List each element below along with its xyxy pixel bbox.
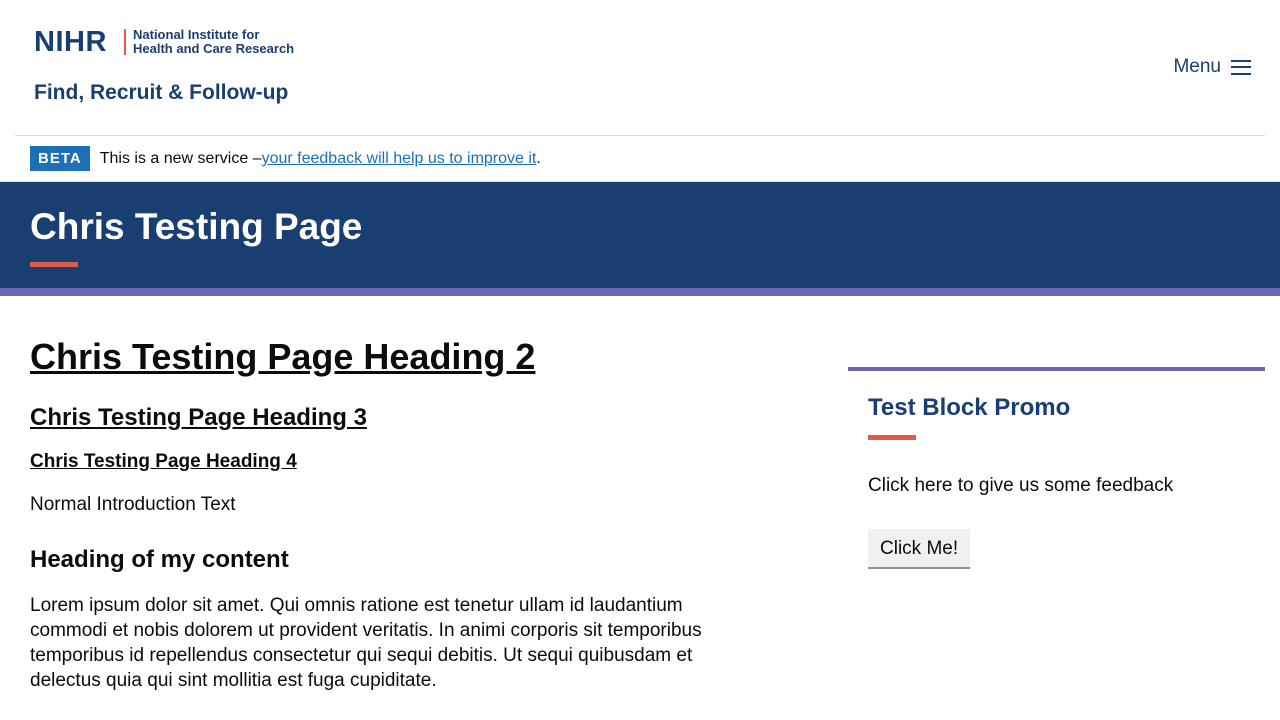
service-name: Find, Recruit & Follow-up — [34, 81, 289, 104]
header-inner: NIHR National Institute for Health and C… — [15, 0, 1265, 136]
logo-line-1: National Institute for — [133, 27, 260, 42]
feedback-link[interactable]: your feedback will help us to improve it — [262, 150, 537, 168]
hero-accent-rule — [30, 262, 78, 267]
beta-banner: BETA This is a new service – your feedba… — [0, 136, 1280, 182]
promo-accent-rule — [868, 435, 916, 440]
hamburger-icon — [1231, 59, 1251, 75]
page-title: Chris Testing Page — [30, 206, 363, 247]
beta-text: This is a new service – — [99, 149, 262, 167]
heading-2: Chris Testing Page Heading 2 — [30, 336, 536, 377]
intro-text: Normal Introduction Text — [30, 494, 236, 515]
click-me-button[interactable]: Click Me! — [868, 529, 971, 569]
beta-suffix: . — [536, 149, 541, 167]
logo-line-2: Health and Care Research — [133, 41, 295, 56]
nihr-logo-mark: NIHR — [34, 26, 107, 58]
nihr-logo-link[interactable]: NIHR National Institute for Health and C… — [34, 26, 294, 108]
site-header: NIHR National Institute for Health and C… — [0, 0, 1280, 136]
body-paragraph: Lorem ipsum dolor sit amet. Qui omnis ra… — [30, 595, 702, 691]
promo-text: Click here to give us some feedback — [868, 475, 1174, 496]
content-heading: Heading of my content — [30, 546, 289, 573]
logo-divider — [124, 29, 126, 55]
page-hero: Chris Testing Page — [0, 182, 1280, 296]
heading-3: Chris Testing Page Heading 3 — [30, 404, 367, 431]
menu-button[interactable]: Menu — [1173, 56, 1251, 78]
page-content: Chris Testing Page Heading 2 Chris Testi… — [0, 296, 1280, 712]
nihr-logo-text: National Institute for Health and Care R… — [133, 28, 303, 56]
promo-block: Test Block Promo Click here to give us s… — [848, 367, 1265, 569]
main-column: Chris Testing Page Heading 2 Chris Testi… — [30, 336, 740, 693]
beta-tag: BETA — [30, 146, 90, 171]
menu-label: Menu — [1173, 56, 1221, 77]
promo-title: Test Block Promo — [868, 394, 1071, 421]
heading-4: Chris Testing Page Heading 4 — [30, 451, 297, 472]
